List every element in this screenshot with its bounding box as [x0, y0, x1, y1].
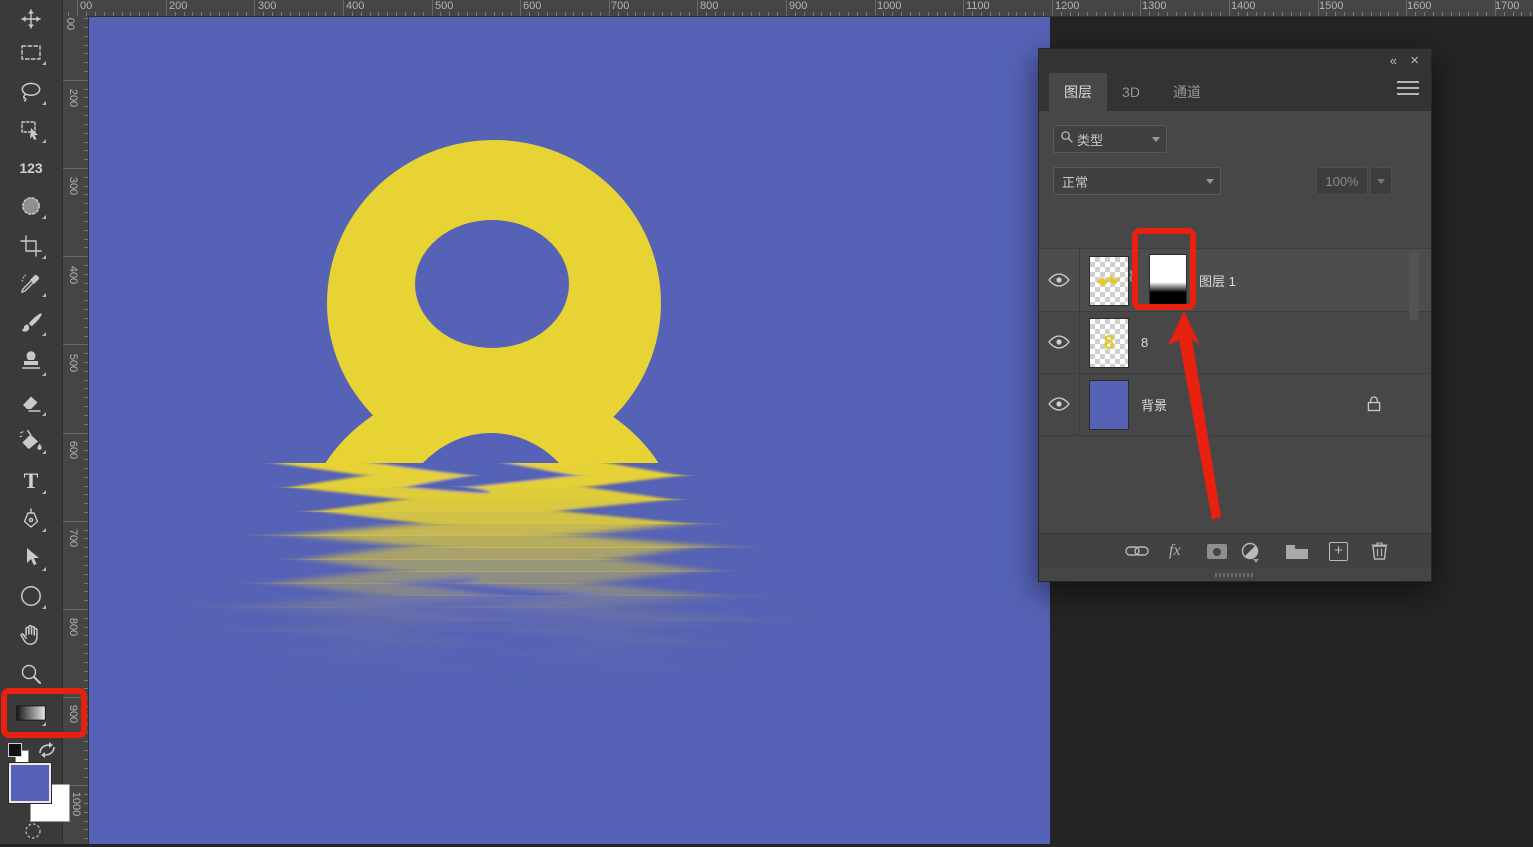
ruler-h-label: 1100	[966, 0, 990, 12]
panel-tab-strip: 图层3D通道	[1039, 73, 1431, 111]
search-icon	[1060, 130, 1073, 148]
quick-mask-icon[interactable]	[20, 820, 46, 847]
hand-tool[interactable]	[15, 619, 47, 651]
object-selection-tool[interactable]	[15, 114, 47, 146]
delete-layer-icon[interactable]	[1371, 541, 1388, 565]
mask-thumbnail-highlight-box	[1132, 228, 1196, 310]
clone-stamp-tool[interactable]	[15, 347, 47, 379]
tab-layers[interactable]: 图层	[1049, 73, 1107, 111]
chevron-down-icon	[1206, 179, 1214, 184]
background-lock-icon[interactable]	[1367, 395, 1381, 417]
ruler-v-label: 600	[67, 441, 79, 459]
panel-scrollbar[interactable]	[1409, 251, 1419, 321]
close-panel-button[interactable]: ×	[1410, 52, 1419, 69]
ruler-h-label: 400	[346, 0, 364, 12]
crop-tool[interactable]	[15, 230, 47, 262]
ruler-h-label: 1000	[877, 0, 901, 12]
add-mask-icon[interactable]	[1207, 544, 1227, 559]
ruler-v-label: 200	[67, 89, 79, 107]
layer-row[interactable]: 8图层 1	[1039, 249, 1431, 312]
ruler-v-label: 1000	[70, 792, 82, 816]
move-tool[interactable]	[15, 3, 47, 35]
layer-thumbnail[interactable]	[1089, 380, 1129, 430]
layer-name[interactable]: 8	[1141, 311, 1148, 373]
lasso-tool[interactable]	[15, 76, 47, 108]
panel-resize-grip[interactable]	[1039, 569, 1431, 581]
chevron-down-icon	[1152, 137, 1160, 142]
blend-mode-select[interactable]: 正常	[1053, 167, 1221, 195]
ruler-h-label: 600	[523, 0, 541, 12]
link-layers-icon[interactable]	[1125, 544, 1149, 563]
ruler-h-label: 900	[789, 0, 807, 12]
count-tool[interactable]: 123	[15, 152, 47, 184]
ruler-v-label: 00	[64, 18, 76, 30]
swap-colors-icon[interactable]	[36, 740, 58, 765]
layer-thumbnail[interactable]	[1089, 256, 1129, 306]
panel-titlebar: « ×	[1039, 49, 1431, 73]
horizontal-ruler: 00 200 300 400 500 600 700 800 900 1000 1100 1200 13…	[62, 0, 1533, 17]
pen-tool[interactable]	[15, 503, 47, 535]
layer-filter-select[interactable]: 类型	[1053, 125, 1167, 153]
ruler-v-label: 500	[67, 354, 79, 372]
pattern-stamp-tool[interactable]	[15, 190, 47, 222]
layer-row[interactable]: 背景	[1039, 373, 1431, 436]
layer-visibility-eye-icon[interactable]	[1039, 311, 1080, 373]
blend-mode-value: 正常	[1062, 172, 1088, 191]
ruler-h-label: 1200	[1055, 0, 1079, 12]
ruler-h-label: 1700	[1495, 0, 1519, 12]
ruler-h-label: 1400	[1231, 0, 1255, 12]
new-layer-icon[interactable]: +	[1329, 542, 1348, 561]
eyedropper-tool[interactable]	[15, 268, 47, 300]
zoom-tool[interactable]	[15, 658, 47, 690]
collapse-panel-button[interactable]: «	[1390, 52, 1397, 69]
ruler-h-label: 800	[700, 0, 718, 12]
ruler-h-label: 700	[611, 0, 629, 12]
layer-visibility-eye-icon[interactable]	[1039, 249, 1080, 311]
layer-row[interactable]: 88	[1039, 311, 1431, 374]
layer-filter-value: 类型	[1077, 130, 1103, 149]
panel-menu-icon[interactable]	[1397, 81, 1419, 97]
opacity-value[interactable]: 100%	[1316, 167, 1368, 195]
ruler-h-label: 00	[80, 0, 92, 12]
path-selection-tool[interactable]	[15, 542, 47, 574]
eraser-tool[interactable]	[15, 387, 47, 419]
layer-thumbnail[interactable]: 8	[1089, 318, 1129, 368]
ruler-h-label: 1500	[1319, 0, 1343, 12]
layers-panel: « × 图层3D通道 类型 T 正常 不透明度: 100% 锁定: 填充: 10…	[1038, 48, 1432, 582]
ruler-h-label: 500	[435, 0, 453, 12]
marquee-tool[interactable]	[15, 36, 47, 68]
ruler-h-label: 1300	[1142, 0, 1166, 12]
foreground-color-swatch[interactable]	[9, 763, 51, 803]
ruler-h-label: 300	[258, 0, 276, 12]
tab-3d[interactable]: 3D	[1111, 73, 1151, 111]
brush-tool[interactable]	[15, 307, 47, 339]
panel-bottom-bar: fx +	[1039, 533, 1431, 570]
document-canvas[interactable]	[88, 16, 1050, 844]
ruler-h-label: 1600	[1407, 0, 1431, 12]
ruler-v-label: 400	[67, 266, 79, 284]
ruler-v-label: 800	[67, 618, 79, 636]
ellipse-tool[interactable]	[15, 580, 47, 612]
gradient-tool-highlight-box	[1, 688, 87, 738]
layer-name[interactable]: 图层 1	[1199, 249, 1236, 311]
paint-bucket-tool[interactable]	[15, 425, 47, 457]
new-group-icon[interactable]	[1285, 543, 1309, 565]
opacity-dropdown-button[interactable]	[1370, 167, 1392, 195]
ruler-v-label: 700	[67, 529, 79, 547]
layer-name[interactable]: 背景	[1141, 373, 1167, 435]
type-tool[interactable]: T	[15, 465, 47, 497]
layer-visibility-eye-icon[interactable]	[1039, 373, 1080, 435]
adjustment-layer-icon[interactable]	[1241, 542, 1259, 565]
layer-style-icon[interactable]: fx	[1169, 542, 1181, 560]
ruler-h-label: 200	[169, 0, 187, 12]
ruler-v-label: 300	[67, 177, 79, 195]
default-colors-icon[interactable]	[8, 743, 22, 757]
tab-channels[interactable]: 通道	[1157, 73, 1217, 111]
